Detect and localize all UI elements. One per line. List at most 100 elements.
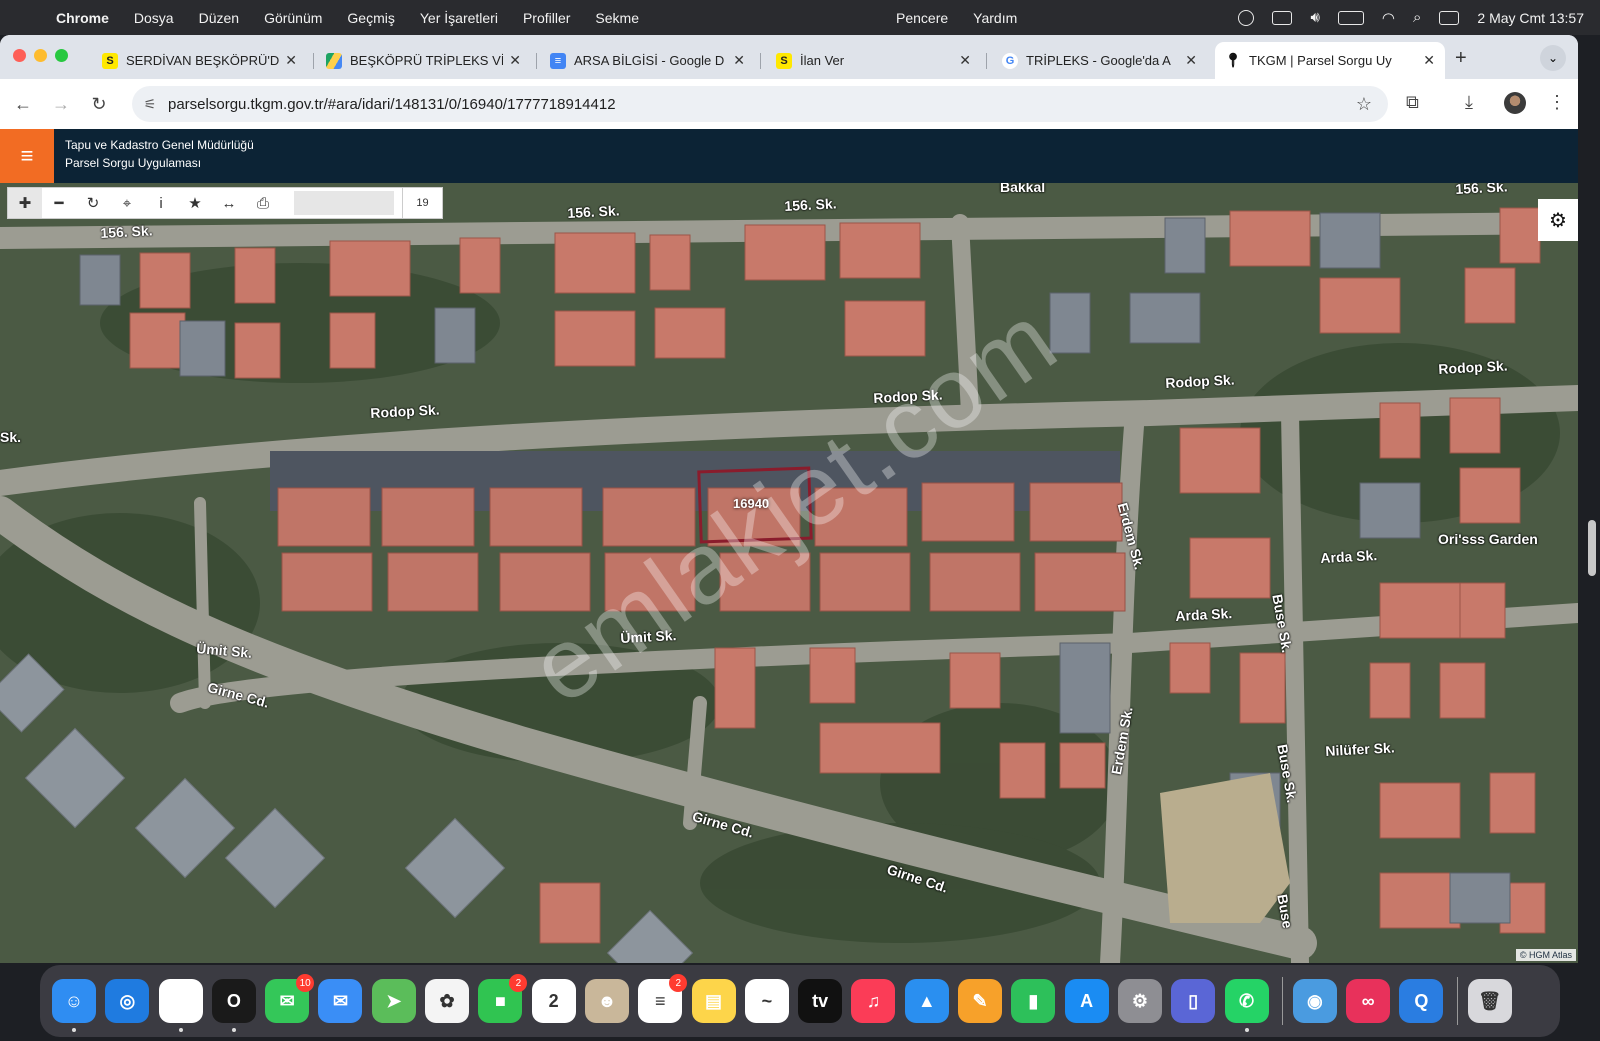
tab-arsa-bilgisi[interactable]: ≡ ARSA BİLGİSİ - Google D ✕ — [540, 42, 755, 79]
mail-icon[interactable]: ✉ — [318, 979, 363, 1023]
keynote-icon[interactable]: ▲ — [904, 979, 949, 1023]
maps-icon[interactable]: ➤ — [371, 979, 416, 1023]
close-tab-icon[interactable]: ✕ — [1185, 52, 1197, 69]
opera-icon[interactable]: O — [211, 979, 256, 1032]
facetime-icon[interactable]: ■ 2 — [478, 974, 528, 1023]
messages-icon[interactable]: ✉ 10 — [265, 974, 315, 1023]
window-controls — [13, 49, 68, 62]
battery-icon[interactable] — [1337, 10, 1364, 25]
street-label: 156. Sk. — [567, 202, 620, 221]
menu-dosya[interactable]: Dosya — [134, 10, 174, 26]
street-label: Arda Sk. — [1175, 605, 1233, 624]
close-tab-icon[interactable]: ✕ — [285, 52, 297, 69]
menu-sekme[interactable]: Sekme — [595, 10, 639, 26]
menu-gecmis[interactable]: Geçmiş — [347, 10, 394, 26]
zoom-out-icon[interactable]: ━ — [42, 188, 76, 218]
profile-avatar[interactable] — [1504, 92, 1526, 114]
settings-gear-icon[interactable]: ⚙ — [1538, 199, 1578, 241]
app-store-icon[interactable]: A — [1064, 979, 1109, 1023]
street-label: 156. Sk. — [100, 222, 153, 241]
spotlight-search-icon[interactable]: ⌕ — [1413, 9, 1421, 26]
menu-pencere[interactable]: Pencere — [896, 10, 948, 26]
simulator-icon[interactable]: ▯ — [1171, 979, 1216, 1023]
system-settings-icon[interactable]: ⚙ — [1117, 979, 1162, 1023]
satellite-map[interactable]: 156. Sk. 156. Sk. 156. Sk. 156. Sk. Rodop Sk… — [0, 183, 1578, 963]
creative-cloud-status-icon[interactable] — [1238, 9, 1255, 26]
zoom-window-button[interactable] — [55, 49, 68, 62]
clock[interactable]: 2 May Cmt 13:57 — [1477, 10, 1584, 26]
menu-yardim[interactable]: Yardım — [973, 10, 1017, 26]
print-icon[interactable]: ⎙ — [246, 188, 280, 218]
apple-tv-icon[interactable]: tv — [798, 979, 843, 1023]
extensions-icon[interactable]: ⧉ — [1406, 92, 1419, 113]
running-indicator — [1244, 1028, 1249, 1032]
zoom-in-icon[interactable]: ✚ — [8, 188, 42, 218]
tab-title: TKGM | Parsel Sorgu Uy — [1249, 53, 1392, 68]
menu-duzen[interactable]: Düzen — [199, 10, 239, 26]
control-center-icon[interactable] — [1439, 10, 1460, 25]
photos-icon[interactable]: ✿ — [425, 979, 470, 1023]
back-icon[interactable]: ← — [4, 94, 42, 115]
close-tab-icon[interactable]: ✕ — [733, 52, 745, 69]
menu-profiller[interactable]: Profiller — [523, 10, 570, 26]
tab-tripleks-google[interactable]: G TRİPLEKS - Google'da A ✕ — [992, 42, 1207, 79]
close-tab-icon[interactable]: ✕ — [509, 52, 521, 69]
contacts-icon[interactable]: ☻ — [584, 979, 629, 1023]
menu-app-name[interactable]: Chrome — [56, 10, 109, 26]
wifi-icon[interactable]: ◠ — [1382, 9, 1395, 27]
close-tab-icon[interactable]: ✕ — [1423, 52, 1435, 69]
safari-icon[interactable]: ◎ — [105, 979, 150, 1023]
pages-icon[interactable]: ✎ — [958, 979, 1003, 1023]
bookmark-star-icon[interactable]: ☆ — [1356, 94, 1372, 115]
trash-icon[interactable]: 🗑 — [1467, 979, 1512, 1023]
chevron-down-icon[interactable]: ⌄ — [1540, 45, 1566, 71]
tab-title: SERDİVAN BEŞKÖPRÜ'D — [126, 53, 280, 68]
tab-tkgm-parsel[interactable]: 📍︎ TKGM | Parsel Sorgu Uy ✕ — [1215, 42, 1445, 79]
notes-icon[interactable]: ▤ — [691, 979, 736, 1023]
info-icon[interactable]: i — [144, 188, 178, 218]
forward-icon[interactable]: → — [42, 94, 80, 115]
finder-icon[interactable]: ☺ — [52, 979, 96, 1032]
hamburger-menu-icon[interactable]: ≡ — [0, 129, 54, 183]
tab-separator — [313, 53, 314, 69]
menu-gorunum[interactable]: Görünüm — [264, 10, 322, 26]
close-window-button[interactable] — [13, 49, 26, 62]
map-attribution: © HGM Atlas — [1515, 949, 1576, 961]
more-menu-icon[interactable]: ⋮ — [1548, 92, 1566, 113]
address-bar[interactable]: ⚟ parselsorgu.tkgm.gov.tr/#ara/idari/148… — [132, 86, 1388, 122]
chrome-icon[interactable] — [158, 979, 203, 1032]
calendar-icon[interactable]: 2 — [531, 979, 576, 1023]
whatsapp-icon[interactable]: ✆ — [1224, 979, 1269, 1032]
tab-ilan-ver[interactable]: S İlan Ver ✕ — [766, 42, 981, 79]
notification-badge: 2 — [669, 974, 688, 992]
refresh-icon[interactable]: ↻ — [76, 188, 110, 218]
music-icon[interactable]: ♫ — [851, 979, 896, 1023]
google-drive-icon — [326, 52, 342, 69]
tab-serdivan[interactable]: S SERDİVAN BEŞKÖPRÜ'D ✕ — [92, 42, 307, 79]
close-tab-icon[interactable]: ✕ — [959, 52, 971, 69]
reload-icon[interactable]: ↻ — [80, 94, 118, 115]
freeform-icon[interactable]: ~ — [744, 979, 789, 1023]
numbers-icon[interactable]: ▮ — [1011, 979, 1056, 1023]
locate-icon[interactable]: ⌖ — [110, 188, 144, 218]
menu-yer-isaretleri[interactable]: Yer İşaretleri — [420, 10, 498, 26]
notification-badge: 10 — [296, 974, 315, 992]
creative-cloud-icon[interactable]: ∞ — [1346, 979, 1391, 1023]
quicktime-icon[interactable]: Q — [1399, 979, 1444, 1023]
volume-icon[interactable]: 🔊︎ — [1310, 9, 1319, 26]
sahibinden-icon: S — [776, 52, 792, 69]
site-settings-icon[interactable]: ⚟ — [132, 96, 168, 113]
minimize-window-button[interactable] — [34, 49, 47, 62]
scrollbar-thumb[interactable] — [1588, 520, 1596, 576]
url-text[interactable]: parselsorgu.tkgm.gov.tr/#ara/idari/14813… — [168, 96, 616, 113]
tab-beskopru[interactable]: BEŞKÖPRÜ TRİPLEKS Vİ ✕ — [316, 42, 531, 79]
street-label: Arda Sk. — [1320, 547, 1378, 566]
new-tab-icon[interactable]: + — [1455, 47, 1467, 70]
screen-mirroring-icon[interactable] — [1272, 10, 1293, 25]
measure-icon[interactable]: ↔ — [212, 188, 246, 218]
disk-utility-icon[interactable]: ◉ — [1292, 979, 1337, 1023]
reminders-icon[interactable]: ≡ 2 — [638, 974, 688, 1023]
download-icon[interactable]: ⤓ — [1465, 92, 1473, 113]
street-label: Sk. — [0, 429, 22, 445]
favorite-star-icon[interactable]: ★ — [178, 188, 212, 218]
